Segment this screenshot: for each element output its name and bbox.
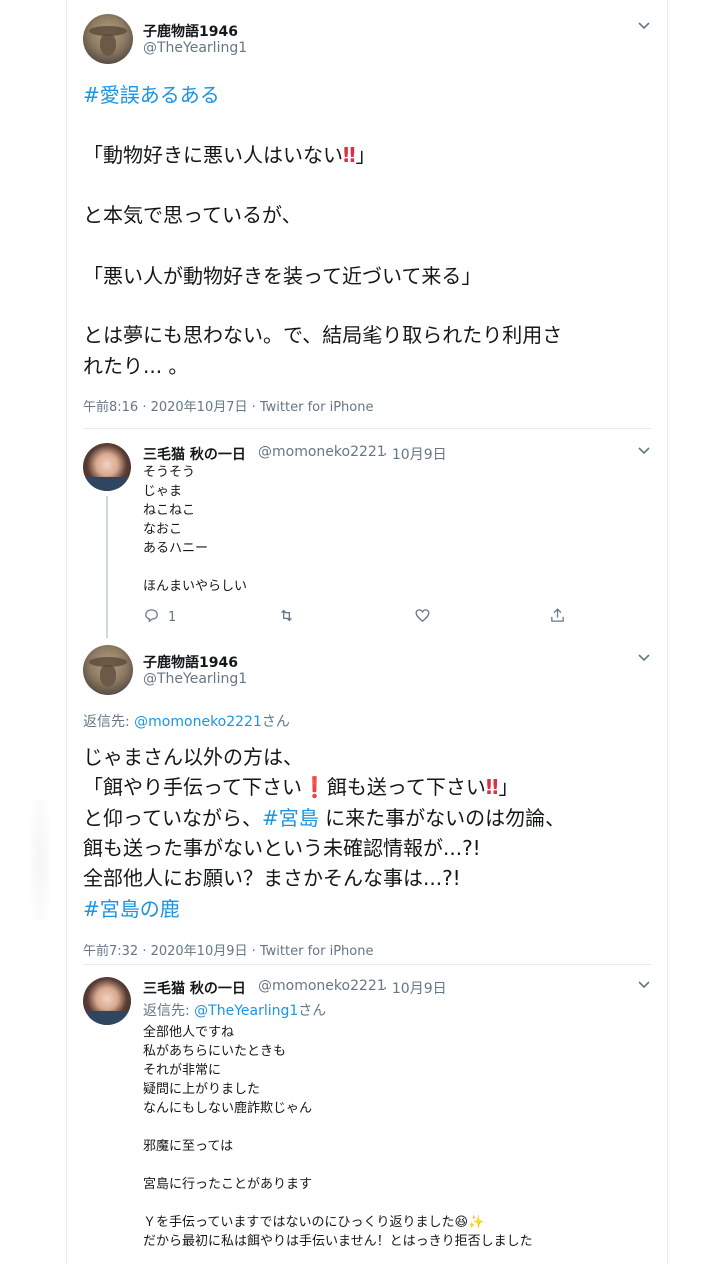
double-exclamation-emoji: ‼ (343, 143, 356, 167)
page-shadow (30, 800, 50, 920)
reply-icon (143, 607, 160, 628)
author-name[interactable]: 子鹿物語1946 (143, 652, 238, 672)
tweet-text-line: じゃまさん以外の方は、 (83, 745, 303, 769)
chevron-down-icon[interactable] (636, 977, 652, 995)
share-button[interactable] (549, 607, 566, 628)
avatar[interactable] (83, 443, 131, 491)
avatar[interactable] (83, 14, 133, 64)
reply-line (143, 1118, 533, 1137)
retweet-button[interactable] (278, 607, 295, 628)
reply-to-handle-link[interactable]: @TheYearling1 (194, 1003, 298, 1019)
reply-line: それが非常に (143, 1063, 222, 1078)
chevron-down-icon[interactable] (636, 18, 652, 36)
chevron-down-icon[interactable] (636, 650, 652, 668)
text-segment: 餌も送って下さい (326, 775, 486, 799)
reply-line: 私があちらにいたときも (143, 1044, 287, 1059)
tweet-text-line: 「悪い人が動物好きを装って近づいて来る」 (83, 264, 482, 288)
reply-line: じゃま (143, 484, 183, 499)
tweet-text-line: 「餌やり手伝って下さい❗餌も送って下さい‼」 (83, 772, 518, 802)
reply-line (143, 1156, 533, 1175)
text-segment: と仰っていながら、 (83, 806, 262, 830)
reply-line: Ｙを手伝っていますではないのにひっくり返りました😆✨ (143, 1215, 485, 1230)
author-name[interactable]: 三毛猫 秋の一日 (143, 978, 246, 998)
reply-line: そうそう (143, 465, 196, 480)
tweet-text-line: 全部他人にお願い？まさかそんな事は...?! (83, 866, 461, 890)
reply-to-suffix: さん (261, 714, 290, 730)
reply-line (143, 558, 247, 577)
double-exclamation-emoji: ‼ (485, 775, 499, 799)
reply-line: ねこねこ (143, 503, 196, 518)
reply-to-label: 返信先: (143, 1003, 195, 1019)
reply-line: あるハニー (143, 541, 209, 556)
reply-line: ほんまいやらしい (143, 579, 248, 594)
text-segment: に来た事がないのは勿論、 (318, 806, 566, 830)
reply-count: 1 (168, 610, 177, 625)
reply-to-label: 返信先: (83, 714, 135, 730)
reply-to-handle-link[interactable]: @momoneko2221 (134, 714, 262, 730)
tweet-text-line: 「動物好きに悪い人はいない‼」 (83, 140, 376, 170)
avatar[interactable] (83, 977, 131, 1025)
reply-date[interactable]: · 10月9日 (383, 978, 447, 998)
text-segment: 「動物好きに悪い人はいない (83, 143, 343, 167)
author-handle[interactable]: @TheYearling1 (143, 671, 247, 687)
reply-to-suffix: さん (298, 1003, 327, 1019)
reply-text: そうそう じゃま ねこねこ なおこ あるハニー ほんまいやらしい (143, 463, 247, 596)
author-handle[interactable]: @momoneko2221 (258, 444, 386, 460)
hashtag-link[interactable]: #宮島 (262, 806, 319, 830)
reply-line: だから最初に私は餌やりは手伝いません！とはっきり拒否しました (143, 1234, 533, 1249)
reply-button[interactable]: 1 (143, 607, 176, 628)
author-name[interactable]: 子鹿物語1946 (143, 21, 238, 41)
reply-to: 返信先: @TheYearling1さん (143, 1000, 326, 1020)
like-button[interactable] (414, 607, 431, 628)
reply-to: 返信先: @momoneko2221さん (83, 711, 290, 731)
reply-line: 宮島に行ったことがあります (143, 1177, 313, 1192)
tweet-text-line: 餌も送った事がないという未確認情報が...?! (83, 836, 481, 860)
reply-line (143, 1194, 533, 1213)
author-handle[interactable]: @TheYearling1 (143, 40, 247, 56)
reply-text: 全部他人ですね 私があちらにいたときも それが非常に 疑問に上がりました なんに… (143, 1023, 533, 1251)
retweet-icon (278, 607, 295, 628)
divider (83, 428, 651, 429)
avatar[interactable] (83, 645, 133, 695)
text-segment: 」 (498, 775, 519, 799)
share-icon (549, 607, 566, 628)
hashtag-link[interactable]: #宮島の鹿 (83, 894, 180, 924)
tweet-text-line: と本気で思っているが、 (83, 203, 302, 227)
chevron-down-icon[interactable] (636, 443, 652, 461)
author-name[interactable]: 三毛猫 秋の一日 (143, 444, 246, 464)
text-segment: 」 (355, 143, 376, 167)
tweet-text-line: と仰っていながら、#宮島 に来た事がないのは勿論、 (83, 803, 565, 833)
reply-line: 邪魔に至っては (143, 1139, 234, 1154)
hashtag-link[interactable]: #愛誤あるある (83, 80, 220, 110)
reply-line: 全部他人ですね (143, 1025, 235, 1040)
tweet-text-line: れたり... 。 (83, 354, 189, 378)
divider (83, 964, 651, 965)
tweet-timestamp[interactable]: 午前7:32 · 2020年10月9日 · Twitter for iPhone (83, 940, 373, 959)
heart-icon (414, 607, 431, 628)
tweet-text-line: とは夢にも思わない。で、結局毟り取られたり利用さ (83, 323, 563, 347)
tweet-timestamp[interactable]: 午前8:16 · 2020年10月7日 · Twitter for iPhone (83, 396, 373, 415)
author-handle[interactable]: @momoneko2221 (258, 978, 386, 994)
text-segment: 「餌やり手伝って下さい (83, 775, 302, 799)
reply-line: なんにもしない鹿詐欺じゃん (143, 1101, 313, 1116)
thread-line (106, 496, 108, 638)
reply-line: なおこ (143, 522, 183, 537)
reply-line: 疑問に上がりました (143, 1082, 261, 1097)
reply-date[interactable]: · 10月9日 (383, 444, 447, 464)
exclamation-emoji: ❗ (302, 775, 327, 799)
